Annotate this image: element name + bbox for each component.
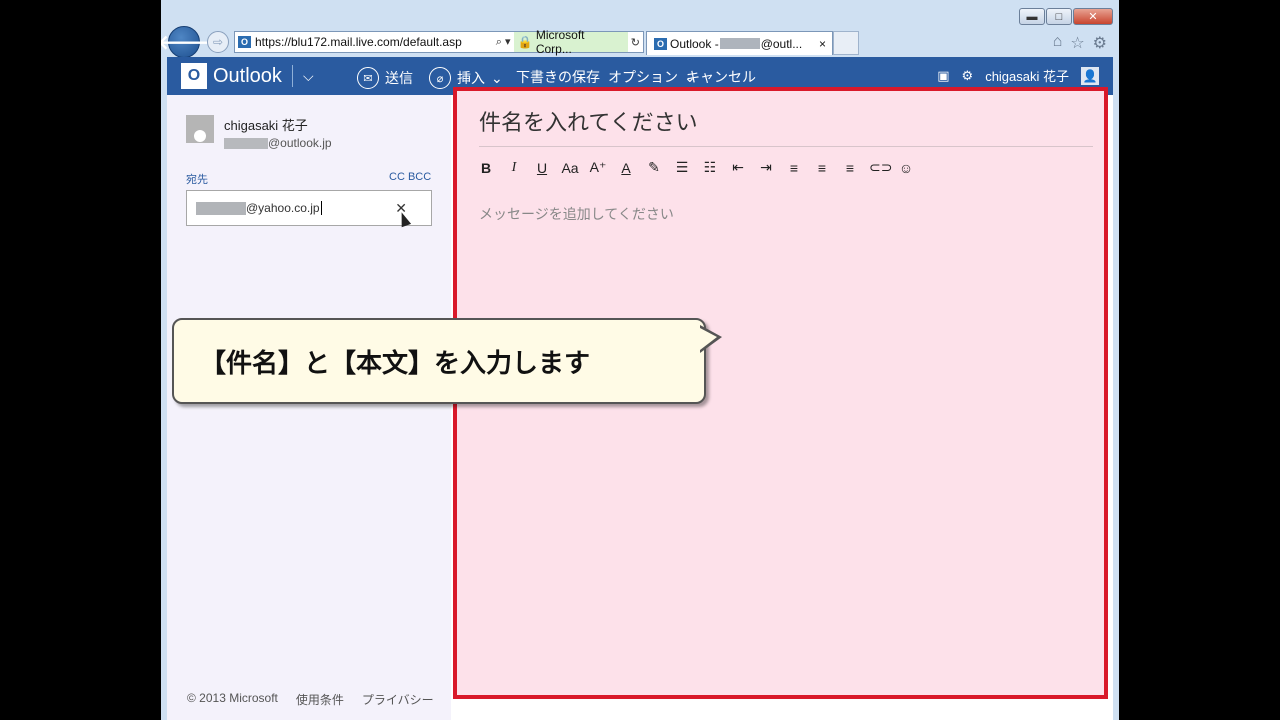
messenger-icon[interactable]: ▣ — [937, 68, 949, 84]
format-toolbar: B I U Aa A⁺ A ✎ ☰ ☷ ⇤ ⇥ ≡ ≡ ≡ ⊂⊃ ☺ — [477, 159, 915, 176]
redacted-text — [224, 137, 268, 149]
link-icon[interactable]: ⊂⊃ — [869, 159, 892, 176]
tab-favicon-icon: O — [654, 37, 667, 50]
insert-label: 挿入 — [457, 70, 485, 86]
sender-avatar-icon — [186, 115, 214, 143]
browser-tab-outlook[interactable]: O Outlook - @outl... × — [646, 31, 833, 55]
font-size-icon[interactable]: Aa — [561, 160, 579, 176]
brand-name: Outlook — [213, 64, 282, 87]
address-url[interactable]: https://blu172.mail.live.com/default.asp — [250, 35, 493, 49]
close-tab-icon[interactable]: × — [819, 37, 826, 51]
mouse-cursor-icon — [396, 210, 412, 228]
redacted-text — [719, 38, 760, 49]
send-button[interactable]: ✉ 送信 — [357, 67, 413, 89]
copyright: © 2013 Microsoft — [187, 691, 278, 705]
grow-font-icon[interactable]: A⁺ — [589, 159, 607, 176]
window-controls: ▬ □ ✕ — [1019, 8, 1113, 25]
compose-sidebar: chigasaki 花子 @outlook.jp 宛先 CC BCC @yaho… — [167, 95, 451, 720]
header-user-area: ▣ ⚙ chigasaki 花子 👤 — [937, 66, 1099, 85]
recipient-domain: @yahoo.co.jp — [246, 201, 320, 215]
main-content: chigasaki 花子 @outlook.jp 宛先 CC BCC @yaho… — [167, 87, 1113, 720]
browser-tools: ⌂ ☆ ⚙ — [1053, 33, 1107, 53]
subject-input[interactable]: 件名を入れてください — [479, 103, 1093, 147]
callout-tail-fill — [700, 328, 717, 350]
align-right-icon[interactable]: ≡ — [841, 160, 859, 176]
numbered-list-icon[interactable]: ☰ — [673, 159, 691, 176]
outlook-brand[interactable]: O Outlook ⌵ — [181, 63, 314, 89]
instruction-callout: 【件名】と【本文】を入力します — [172, 318, 706, 404]
align-left-icon[interactable]: ≡ — [785, 160, 803, 176]
to-label[interactable]: 宛先 — [186, 171, 208, 187]
bullet-list-icon[interactable]: ☷ — [701, 159, 719, 176]
user-name[interactable]: chigasaki 花子 — [985, 66, 1069, 85]
minimize-button[interactable]: ▬ — [1019, 8, 1045, 25]
refresh-icon[interactable]: ↻ — [628, 36, 643, 49]
paperclip-icon: ⌀ — [429, 67, 451, 89]
sender-email: @outlook.jp — [224, 136, 332, 150]
new-tab-button[interactable] — [833, 31, 859, 55]
outlook-logo-icon: O — [181, 63, 207, 89]
save-draft-label: 下書きの保存 — [516, 69, 600, 85]
tab-title-prefix: Outlook - — [670, 36, 719, 51]
maximize-button[interactable]: □ — [1046, 8, 1072, 25]
footer: © 2013 Microsoft 使用条件 プライバシー — [187, 691, 434, 708]
forward-button[interactable]: ⇨ — [207, 31, 229, 53]
back-button[interactable]: 🡐 — [161, 26, 211, 58]
to-field[interactable]: @yahoo.co.jp ✕ — [186, 190, 432, 228]
message-body-input[interactable]: メッセージを追加してください — [479, 204, 674, 224]
align-center-icon[interactable]: ≡ — [813, 160, 831, 176]
bold-icon[interactable]: B — [477, 160, 495, 176]
home-icon[interactable]: ⌂ — [1053, 33, 1063, 53]
insert-button[interactable]: ⌀ 挿入 ⌄ — [429, 67, 503, 89]
save-draft-button[interactable]: 下書きの保存 — [516, 67, 600, 87]
settings-gear-icon[interactable]: ⚙ — [1093, 33, 1107, 53]
cert-label: Microsoft Corp... — [535, 28, 585, 56]
underline-icon[interactable]: U — [533, 160, 551, 176]
favorites-star-icon[interactable]: ☆ — [1070, 33, 1084, 53]
redacted-text — [196, 201, 246, 215]
cancel-label: キャンセル — [686, 69, 756, 85]
address-bar[interactable]: O https://blu172.mail.live.com/default.a… — [234, 28, 644, 56]
brand-divider — [291, 65, 293, 87]
settings-gear-icon[interactable]: ⚙ — [962, 68, 974, 84]
security-certificate[interactable]: 🔒 Microsoft Corp... — [513, 28, 628, 56]
search-icon[interactable]: ⌕ ▾ — [493, 35, 514, 49]
sender-name: chigasaki 花子 — [224, 118, 308, 133]
lock-icon: 🔒 — [517, 35, 533, 49]
font-color-icon[interactable]: A — [617, 160, 635, 176]
send-label: 送信 — [385, 70, 413, 86]
chevron-down-icon: ⌄ — [491, 69, 503, 86]
navigation-bar: 🡐 ⇨ O https://blu172.mail.live.com/defau… — [161, 26, 1119, 58]
options-button[interactable]: オプション ⌄ — [608, 67, 696, 87]
text-caret — [320, 201, 322, 215]
chevron-down-icon[interactable]: ⌵ — [303, 68, 314, 85]
options-label: オプション — [608, 69, 678, 85]
sender-info: chigasaki 花子 @outlook.jp — [186, 115, 332, 150]
cancel-button[interactable]: キャンセル — [686, 67, 756, 87]
emoji-icon[interactable]: ☺ — [897, 160, 915, 176]
user-avatar-icon[interactable]: 👤 — [1081, 66, 1099, 85]
send-icon: ✉ — [357, 67, 379, 89]
site-favicon-icon: O — [238, 36, 251, 48]
sender-email-domain: @outlook.jp — [268, 136, 332, 150]
terms-link[interactable]: 使用条件 — [296, 691, 344, 708]
highlight-icon[interactable]: ✎ — [645, 159, 663, 176]
increase-indent-icon[interactable]: ⇥ — [757, 159, 775, 176]
italic-icon[interactable]: I — [505, 160, 523, 176]
privacy-link[interactable]: プライバシー — [362, 691, 434, 708]
tab-title-suffix: @outl... — [760, 36, 803, 51]
cc-bcc-link[interactable]: CC BCC — [389, 171, 431, 183]
decrease-indent-icon[interactable]: ⇤ — [729, 159, 747, 176]
close-window-button[interactable]: ✕ — [1073, 8, 1113, 25]
